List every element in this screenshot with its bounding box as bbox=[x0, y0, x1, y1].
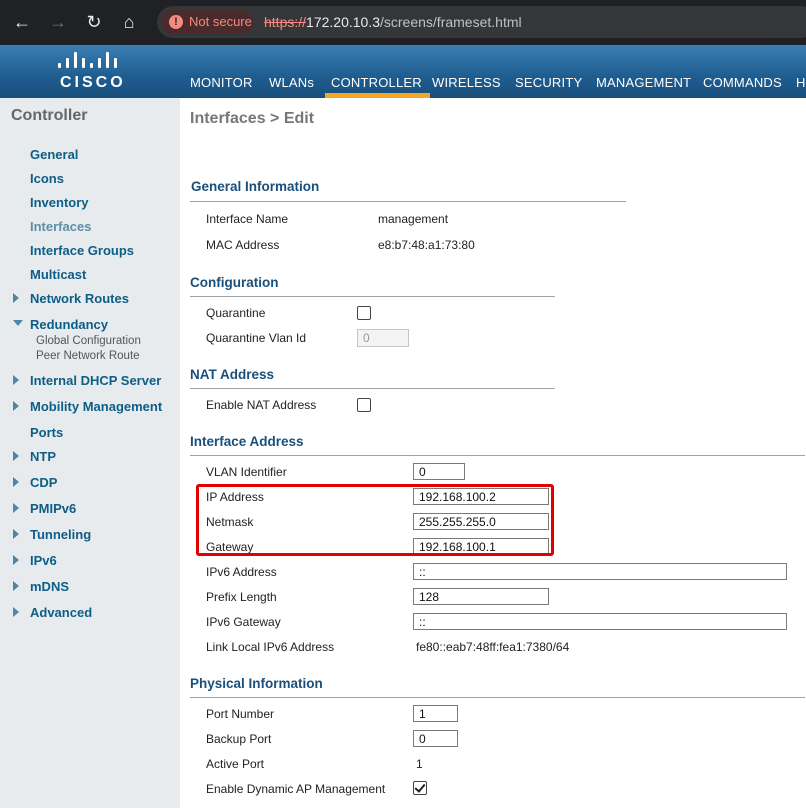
forward-arrow-icon[interactable]: → bbox=[46, 10, 70, 34]
link-local-ipv6-value: fe80::eab7:48ff:fea1:7380/64 bbox=[416, 640, 570, 654]
home-icon[interactable]: ⌂ bbox=[117, 10, 141, 34]
sidebar-item-general[interactable]: General bbox=[30, 147, 78, 162]
mac-address-value: e8:b7:48:a1:73:80 bbox=[378, 238, 475, 252]
reload-icon[interactable]: ↻ bbox=[82, 10, 106, 34]
warning-icon: ! bbox=[169, 15, 183, 29]
section-title-configuration: Configuration bbox=[190, 275, 279, 290]
url-text[interactable]: https://172.20.10.3/screens/frameset.htm… bbox=[264, 14, 522, 30]
sidebar: Controller General Icons Inventory Inter… bbox=[0, 98, 180, 808]
quarantine-vlan-label: Quarantine Vlan Id bbox=[206, 331, 307, 345]
menu-help[interactable]: HE bbox=[796, 75, 806, 91]
menu-controller[interactable]: CONTROLLER bbox=[325, 75, 430, 98]
section-divider bbox=[190, 455, 805, 456]
section-title-nat-address: NAT Address bbox=[190, 367, 275, 382]
back-arrow-icon[interactable]: ← bbox=[10, 10, 34, 34]
menu-wlans[interactable]: WLANs bbox=[269, 75, 314, 91]
browser-toolbar: ← → ↻ ⌂ ! Not secure https://172.20.10.3… bbox=[0, 0, 806, 45]
enable-nat-label: Enable NAT Address bbox=[206, 398, 317, 412]
expand-triangle-icon[interactable] bbox=[13, 503, 19, 513]
section-divider bbox=[190, 296, 555, 297]
sidebar-item-network-routes[interactable]: Network Routes bbox=[30, 291, 129, 306]
sidebar-item-multicast[interactable]: Multicast bbox=[30, 267, 86, 282]
backup-port-label: Backup Port bbox=[206, 732, 272, 746]
port-number-label: Port Number bbox=[206, 707, 275, 721]
ipv6-gateway-input[interactable]: :: bbox=[413, 613, 787, 630]
vlan-identifier-input[interactable]: 0 bbox=[413, 463, 465, 480]
section-divider bbox=[190, 697, 805, 698]
sidebar-subitem-peer-network-route[interactable]: Peer Network Route bbox=[36, 350, 140, 362]
page-title: Interfaces > Edit bbox=[190, 110, 315, 127]
expand-triangle-icon[interactable] bbox=[13, 477, 19, 487]
interface-name-value: management bbox=[378, 212, 449, 226]
sidebar-item-interface-groups[interactable]: Interface Groups bbox=[30, 243, 134, 258]
sidebar-title: Controller bbox=[11, 107, 88, 124]
menu-monitor[interactable]: MONITOR bbox=[190, 75, 253, 91]
quarantine-checkbox[interactable] bbox=[357, 306, 371, 320]
active-port-label: Active Port bbox=[206, 757, 265, 771]
sidebar-item-redundancy[interactable]: Redundancy bbox=[30, 317, 108, 332]
sidebar-item-internal-dhcp-server[interactable]: Internal DHCP Server bbox=[30, 373, 161, 388]
expand-triangle-icon[interactable] bbox=[13, 607, 19, 617]
url-path: /screens/frameset.html bbox=[380, 14, 522, 30]
menu-security[interactable]: SECURITY bbox=[515, 75, 582, 91]
backup-port-input[interactable]: 0 bbox=[413, 730, 458, 747]
menu-commands[interactable]: COMMANDS bbox=[703, 75, 782, 91]
address-bar[interactable]: ! Not secure https://172.20.10.3/screens… bbox=[157, 6, 806, 38]
ipv6-gateway-label: IPv6 Gateway bbox=[206, 615, 281, 629]
url-host: 172.20.10.3 bbox=[306, 14, 380, 30]
active-port-value: 1 bbox=[416, 757, 423, 771]
sidebar-item-pmipv6[interactable]: PMIPv6 bbox=[30, 501, 76, 516]
sidebar-item-tunneling[interactable]: Tunneling bbox=[30, 527, 91, 542]
cisco-logo-text: CISCO bbox=[60, 74, 126, 91]
ipv6-address-input[interactable]: :: bbox=[413, 563, 787, 580]
sidebar-item-ports[interactable]: Ports bbox=[30, 425, 63, 440]
expand-triangle-icon[interactable] bbox=[13, 375, 19, 385]
section-title-general-information: General Information bbox=[191, 179, 320, 194]
dynamic-ap-management-checkbox[interactable] bbox=[413, 781, 427, 795]
collapse-triangle-icon[interactable] bbox=[13, 320, 23, 326]
prefix-length-label: Prefix Length bbox=[206, 590, 277, 604]
sidebar-item-icons[interactable]: Icons bbox=[30, 171, 64, 186]
vlan-identifier-label: VLAN Identifier bbox=[206, 465, 287, 479]
sidebar-item-inventory[interactable]: Inventory bbox=[30, 195, 89, 210]
expand-triangle-icon[interactable] bbox=[13, 293, 19, 303]
section-title-physical-information: Physical Information bbox=[190, 676, 323, 691]
quarantine-vlan-input[interactable]: 0 bbox=[357, 329, 409, 347]
section-title-interface-address: Interface Address bbox=[190, 434, 304, 449]
port-number-input[interactable]: 1 bbox=[413, 705, 458, 722]
sidebar-item-mdns[interactable]: mDNS bbox=[30, 579, 69, 594]
expand-triangle-icon[interactable] bbox=[13, 581, 19, 591]
enable-nat-checkbox[interactable] bbox=[357, 398, 371, 412]
link-local-ipv6-label: Link Local IPv6 Address bbox=[206, 640, 335, 654]
menu-wireless[interactable]: WIRELESS bbox=[432, 75, 501, 91]
dynamic-ap-management-label: Enable Dynamic AP Management bbox=[206, 782, 386, 796]
prefix-length-input[interactable]: 128 bbox=[413, 588, 549, 605]
sidebar-subitem-global-configuration[interactable]: Global Configuration bbox=[36, 335, 141, 347]
sidebar-item-cdp[interactable]: CDP bbox=[30, 475, 57, 490]
url-scheme: https:// bbox=[264, 14, 307, 30]
expand-triangle-icon[interactable] bbox=[13, 401, 19, 411]
cisco-logo-icon bbox=[58, 52, 120, 68]
sidebar-item-ipv6[interactable]: IPv6 bbox=[30, 553, 57, 568]
menu-management[interactable]: MANAGEMENT bbox=[596, 75, 691, 91]
section-divider bbox=[190, 201, 626, 202]
section-divider bbox=[190, 388, 555, 389]
sidebar-item-advanced[interactable]: Advanced bbox=[30, 605, 92, 620]
quarantine-label: Quarantine bbox=[206, 306, 266, 320]
sidebar-item-ntp[interactable]: NTP bbox=[30, 449, 56, 464]
expand-triangle-icon[interactable] bbox=[13, 555, 19, 565]
highlight-box bbox=[196, 484, 554, 556]
sidebar-item-mobility-management[interactable]: Mobility Management bbox=[30, 399, 162, 414]
mac-address-label: MAC Address bbox=[206, 238, 280, 252]
ipv6-address-label: IPv6 Address bbox=[206, 565, 277, 579]
sidebar-item-interfaces[interactable]: Interfaces bbox=[30, 219, 91, 234]
interface-name-label: Interface Name bbox=[206, 212, 289, 226]
security-label: Not secure bbox=[189, 14, 252, 29]
security-chip[interactable]: ! Not secure bbox=[161, 10, 253, 34]
expand-triangle-icon[interactable] bbox=[13, 529, 19, 539]
expand-triangle-icon[interactable] bbox=[13, 451, 19, 461]
